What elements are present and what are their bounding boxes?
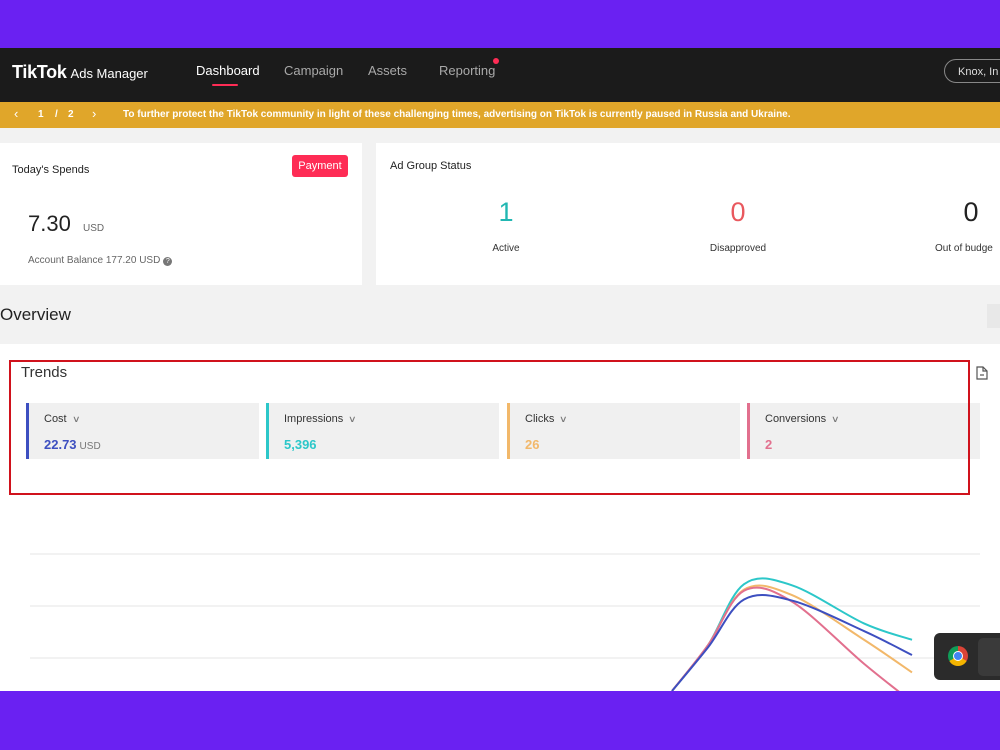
out-of-budget-label: Out of budge <box>935 243 993 254</box>
todays-spends-card: Today's Spends Payment 7.30 USD Account … <box>0 143 362 285</box>
notice-text: To further protect the TikTok community … <box>123 109 791 120</box>
scroll-control[interactable] <box>987 304 1000 328</box>
nav-reporting[interactable]: Reporting <box>439 63 495 78</box>
chart-grid <box>30 553 980 659</box>
payment-button[interactable]: Payment <box>292 155 348 177</box>
notice-page-current: 1 <box>38 109 44 120</box>
account-balance-text: Account Balance 177.20 USD <box>28 255 161 266</box>
taskbar-dock <box>934 633 1000 680</box>
notification-dot <box>493 58 499 64</box>
nav-campaign[interactable]: Campaign <box>284 63 343 78</box>
ad-group-status-card: Ad Group Status 1 Active 0 Disapproved 0… <box>376 143 1000 285</box>
chart-series <box>671 577 913 691</box>
spend-unit: USD <box>83 223 105 234</box>
chevron-right-icon[interactable]: › <box>92 106 96 121</box>
chrome-icon[interactable] <box>948 646 968 666</box>
disapproved-label: Disapproved <box>709 243 767 254</box>
export-icon[interactable] <box>976 366 988 380</box>
account-balance: Account Balance 177.20 USD? <box>28 255 173 266</box>
app-frame: TikTok Ads Manager Dashboard Campaign Ass… <box>0 48 1000 691</box>
account-switcher[interactable]: Knox, In <box>944 59 1000 83</box>
active-label: Active <box>492 243 520 254</box>
app-icon[interactable] <box>978 638 1000 676</box>
notice-banner: ‹ 1 / 2 › To further protect the TikTok … <box>0 102 1000 128</box>
top-navigation: TikTok Ads Manager Dashboard Campaign Ass… <box>0 48 1000 102</box>
annotation-highlight-box <box>9 360 970 495</box>
brand-subtitle: Ads Manager <box>70 66 148 81</box>
help-icon[interactable]: ? <box>163 257 173 266</box>
brand-name: TikTok <box>12 62 67 82</box>
ad-group-status-title: Ad Group Status <box>390 160 472 172</box>
trends-line-chart <box>30 553 980 691</box>
notice-page-total: 2 <box>68 109 74 120</box>
disapproved-count: 0 <box>730 197 746 227</box>
active-tab-indicator <box>212 84 238 86</box>
nav-assets[interactable]: Assets <box>368 63 407 78</box>
series-line-4 <box>671 593 913 691</box>
series-line-3 <box>671 586 900 691</box>
notice-page-separator: / <box>55 109 58 120</box>
spend-value: 7.30 <box>28 211 71 236</box>
spends-title: Today's Spends <box>12 164 90 176</box>
active-count: 1 <box>498 197 514 227</box>
out-of-budget-count: 0 <box>963 197 979 227</box>
nav-dashboard[interactable]: Dashboard <box>196 63 260 78</box>
overview-heading: Overview <box>0 305 71 324</box>
tiktok-logo[interactable]: TikTok Ads Manager <box>12 62 148 83</box>
chevron-left-icon[interactable]: ‹ <box>14 106 18 121</box>
